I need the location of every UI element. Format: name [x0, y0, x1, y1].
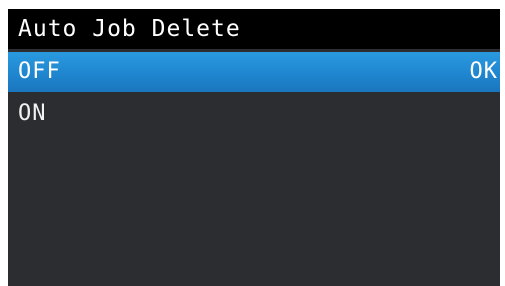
option-off-label: OFF: [18, 59, 61, 84]
option-list: OFF OK ON: [8, 52, 500, 134]
screen-title: Auto Job Delete: [8, 9, 500, 49]
option-off[interactable]: OFF OK: [8, 52, 500, 92]
option-on-label: ON: [18, 101, 47, 126]
option-on[interactable]: ON: [8, 94, 500, 134]
printer-panel-screen: Auto Job Delete OFF OK ON: [8, 9, 500, 286]
ok-button[interactable]: OK: [470, 52, 499, 92]
